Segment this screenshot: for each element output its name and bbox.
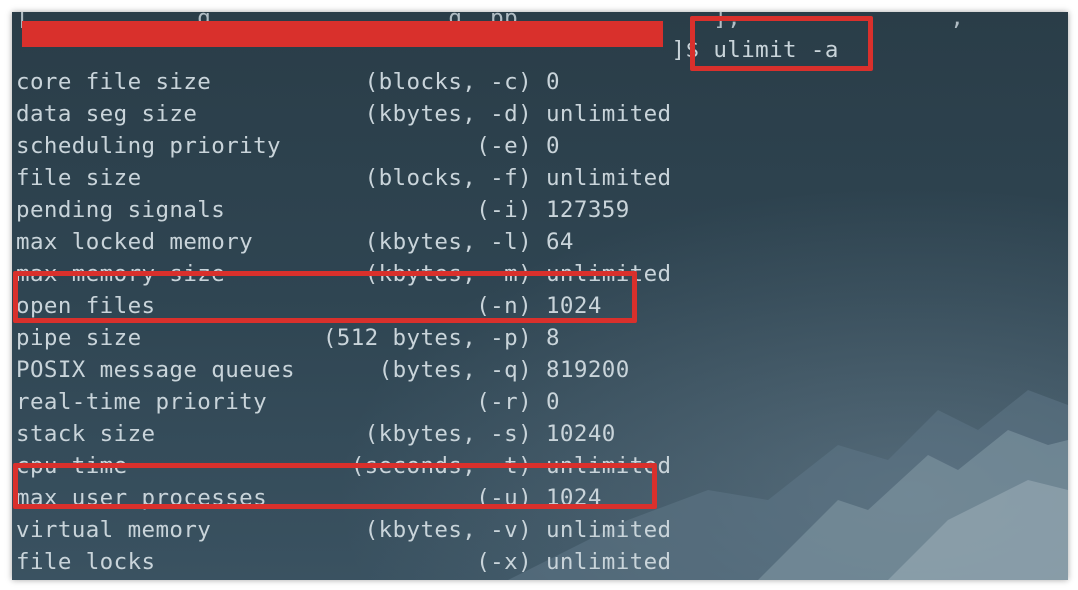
limit-unit: (kbytes, -v) [364, 517, 533, 543]
ulimit-row: POSIX message queues (bytes, -q) 819200 [16, 354, 1068, 386]
limit-unit: (-i) [476, 197, 533, 223]
limit-value: 127359 [545, 197, 630, 223]
limit-name: virtual memory [16, 517, 212, 543]
limit-value: unlimited [545, 101, 672, 127]
limit-name: data seg size [16, 101, 198, 127]
limit-name: real-time priority [16, 389, 268, 415]
limit-value: 64 [545, 229, 574, 255]
limit-name: pending signals [16, 197, 226, 223]
redacted-prompt-block [22, 21, 663, 47]
limit-name: POSIX message queues [16, 357, 295, 383]
limit-name: file size [16, 165, 142, 191]
limit-name: pipe size [16, 325, 142, 351]
ulimit-row: file size (blocks, -f) unlimited [16, 162, 1068, 194]
limit-value: 10240 [545, 421, 616, 447]
ulimit-row: file locks (-x) unlimited [16, 546, 1068, 578]
limit-value: unlimited [545, 549, 672, 575]
limit-value: 0 [545, 389, 560, 415]
highlight-max-user-processes-box [13, 463, 657, 509]
limit-name: max locked memory [16, 229, 254, 255]
limit-unit: (blocks, -c) [364, 69, 533, 95]
final-prompt-line: [sysweb@billing-worker1 billing-approve-… [16, 578, 1068, 580]
ulimit-row: stack size (kbytes, -s) 10240 [16, 418, 1068, 450]
limit-unit: (bytes, -q) [378, 357, 533, 383]
terminal-window[interactable]: [ g g pp ], , ]$ ulimit -acore file size… [12, 12, 1068, 580]
limit-value: 819200 [546, 357, 630, 383]
limit-unit: (kbytes, -l) [364, 229, 533, 255]
limit-unit: (512 bytes, -p) [322, 325, 533, 351]
limit-name: scheduling priority [16, 133, 281, 159]
ulimit-row: pending signals (-i) 127359 [16, 194, 1068, 226]
ulimit-row: core file size (blocks, -c) 0 [16, 66, 1068, 98]
limit-unit: (-x) [476, 549, 533, 575]
highlight-command-box [690, 16, 873, 71]
limit-name: file locks [16, 549, 156, 575]
limit-unit: (kbytes, -d) [364, 101, 533, 127]
limit-unit: (blocks, -f) [364, 165, 533, 191]
limit-unit: (-e) [476, 133, 533, 159]
limit-unit: (-r) [476, 389, 533, 415]
ulimit-row: real-time priority (-r) 0 [16, 386, 1068, 418]
limit-name: core file size [16, 69, 212, 95]
ulimit-row: data seg size (kbytes, -d) unlimited [16, 98, 1068, 130]
limit-value: 0 [545, 133, 560, 159]
limit-value: unlimited [545, 517, 672, 543]
limit-value: 0 [545, 69, 560, 95]
limit-name: stack size [16, 421, 156, 447]
limit-value: unlimited [545, 165, 672, 191]
ulimit-row: pipe size (512 bytes, -p) 8 [16, 322, 1068, 354]
ulimit-row: scheduling priority (-e) 0 [16, 130, 1068, 162]
limit-unit: (kbytes, -s) [364, 421, 533, 447]
ulimit-row: virtual memory (kbytes, -v) unlimited [16, 514, 1068, 546]
limit-value: 8 [545, 325, 560, 351]
ulimit-row: max locked memory (kbytes, -l) 64 [16, 226, 1068, 258]
highlight-open-files-box [13, 271, 637, 323]
